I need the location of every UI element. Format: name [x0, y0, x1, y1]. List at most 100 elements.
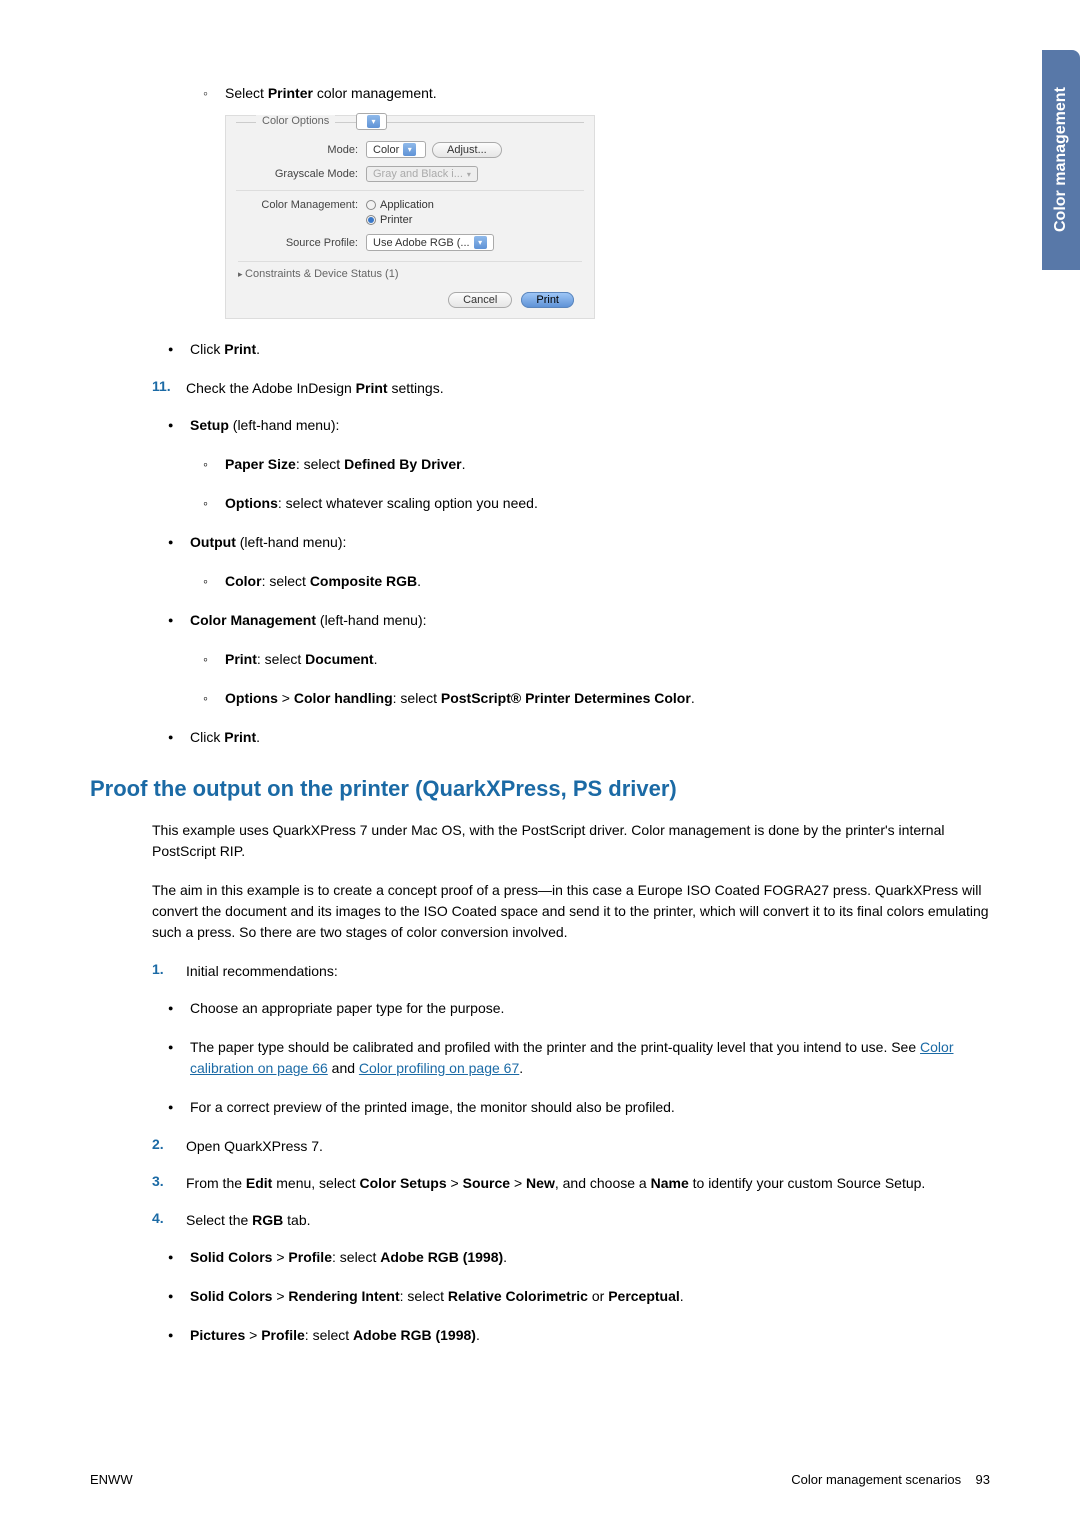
- txt: : select: [305, 1327, 353, 1343]
- bold: Options: [225, 495, 278, 511]
- page-number: 93: [976, 1472, 990, 1487]
- txt: tab.: [283, 1212, 310, 1228]
- txt: The paper type should be calibrated and …: [190, 1039, 920, 1055]
- row-grayscale: Grayscale Mode: Gray and Black i...▾: [236, 166, 584, 182]
- step-body: Check the Adobe InDesign Print settings.: [186, 378, 990, 399]
- radio-label: Printer: [380, 214, 412, 226]
- txt: : select: [393, 690, 441, 706]
- txt: (left-hand menu):: [316, 612, 427, 628]
- txt: >: [278, 690, 294, 706]
- bold: RGB: [252, 1212, 283, 1228]
- footer-left: ENWW: [90, 1472, 133, 1487]
- step-number: 4.: [152, 1210, 186, 1231]
- radio-group: Application Printer: [366, 199, 434, 226]
- step-3: 3. From the Edit menu, select Color Setu…: [90, 1173, 990, 1194]
- bullet-output: Output (left-hand menu): Color: select C…: [190, 532, 990, 592]
- radio-application[interactable]: Application: [366, 199, 434, 211]
- bold: Print: [224, 341, 256, 357]
- disclosure-row[interactable]: Constraints & Device Status (1): [238, 261, 582, 284]
- txt: and: [328, 1060, 359, 1076]
- mode-select[interactable]: Color▾: [366, 141, 426, 158]
- fieldset: Color Options ▾ Mode: Color▾ Adjust... G…: [236, 122, 584, 251]
- step-body: Initial recommendations:: [186, 961, 990, 982]
- bold: Document: [305, 651, 373, 667]
- label: Mode:: [236, 144, 366, 156]
- footer-label: Color management scenarios: [791, 1472, 961, 1487]
- txt: : select: [400, 1288, 448, 1304]
- bold: New: [526, 1175, 555, 1191]
- fieldset-legend: Color Options: [256, 115, 335, 127]
- para-2: The aim in this example is to create a c…: [90, 880, 990, 943]
- bold: Solid Colors: [190, 1288, 272, 1304]
- radio-printer[interactable]: Printer: [366, 214, 434, 226]
- txt: .: [680, 1288, 684, 1304]
- chevron-down-icon: ▾: [467, 170, 471, 179]
- txt: Click: [190, 729, 224, 745]
- color-options-dialog: Color Options ▾ Mode: Color▾ Adjust... G…: [225, 115, 595, 319]
- chevron-down-icon: ▾: [403, 143, 416, 156]
- sub-item-select-printer: Select Printer color management.: [225, 85, 990, 101]
- step-number: 11.: [152, 378, 186, 399]
- bullet-click-print: Click Print.: [190, 339, 990, 360]
- bold: Edit: [246, 1175, 272, 1191]
- link-color-profiling[interactable]: Color profiling on page 67: [359, 1060, 519, 1076]
- row-cm: Color Management: Application Printer: [236, 199, 584, 226]
- chevron-down-icon: ▾: [367, 115, 380, 128]
- bold: Source: [463, 1175, 510, 1191]
- s1-b1: Choose an appropriate paper type for the…: [190, 998, 990, 1019]
- txt: to identify your custom Source Setup.: [689, 1175, 926, 1191]
- section-heading: Proof the output on the printer (QuarkXP…: [90, 776, 990, 802]
- radio-icon: [366, 200, 376, 210]
- bold: Rendering Intent: [288, 1288, 399, 1304]
- txt: .: [417, 573, 421, 589]
- label: Source Profile:: [236, 237, 366, 249]
- profile-select[interactable]: Use Adobe RGB (...▾: [366, 234, 494, 251]
- bold: Solid Colors: [190, 1249, 272, 1265]
- sub-cm-print: Print: select Document.: [225, 649, 990, 670]
- txt: color management.: [313, 85, 437, 101]
- txt: settings.: [388, 380, 444, 396]
- txt: : select: [257, 651, 305, 667]
- row-profile: Source Profile: Use Adobe RGB (...▾: [236, 234, 584, 251]
- bold: Adobe RGB (1998): [380, 1249, 503, 1265]
- step-11: 11. Check the Adobe InDesign Print setti…: [90, 378, 990, 399]
- sub-paper-size: Paper Size: select Defined By Driver.: [225, 454, 990, 475]
- bold: Perceptual: [608, 1288, 680, 1304]
- s4-solid-colors-intent: Solid Colors > Rendering Intent: select …: [190, 1286, 990, 1307]
- step-number: 3.: [152, 1173, 186, 1194]
- bold: PostScript® Printer Determines Color: [441, 690, 691, 706]
- bold: Setup: [190, 417, 229, 433]
- bold: Print: [224, 729, 256, 745]
- sub-color: Color: select Composite RGB.: [225, 571, 990, 592]
- label: Color Management:: [236, 199, 366, 211]
- txt: or: [588, 1288, 608, 1304]
- bold: Profile: [288, 1249, 332, 1265]
- txt: >: [245, 1327, 261, 1343]
- bold: Color handling: [294, 690, 393, 706]
- s1-b3: For a correct preview of the printed ima…: [190, 1097, 990, 1118]
- txt: Check the Adobe InDesign: [186, 380, 356, 396]
- step-4: 4. Select the RGB tab.: [90, 1210, 990, 1231]
- txt: >: [447, 1175, 463, 1191]
- txt: .: [519, 1060, 523, 1076]
- bold: Output: [190, 534, 236, 550]
- page-content: Select Printer color management. Color O…: [90, 85, 990, 1346]
- bold: Name: [651, 1175, 689, 1191]
- txt: : select whatever scaling option you nee…: [278, 495, 538, 511]
- cancel-button[interactable]: Cancel: [448, 292, 512, 308]
- bold: Profile: [261, 1327, 305, 1343]
- txt: .: [462, 456, 466, 472]
- txt: >: [272, 1249, 288, 1265]
- fieldset-dropdown[interactable]: ▾: [356, 113, 387, 130]
- print-button[interactable]: Print: [521, 292, 574, 308]
- sub-cm-options: Options > Color handling: select PostScr…: [225, 688, 990, 709]
- txt: >: [510, 1175, 526, 1191]
- bold: Printer: [268, 85, 313, 101]
- txt: .: [503, 1249, 507, 1265]
- grayscale-select: Gray and Black i...▾: [366, 166, 478, 182]
- bold: Composite RGB: [310, 573, 417, 589]
- txt: .: [476, 1327, 480, 1343]
- txt: (left-hand menu):: [229, 417, 340, 433]
- adjust-button[interactable]: Adjust...: [432, 142, 502, 158]
- bold: Pictures: [190, 1327, 245, 1343]
